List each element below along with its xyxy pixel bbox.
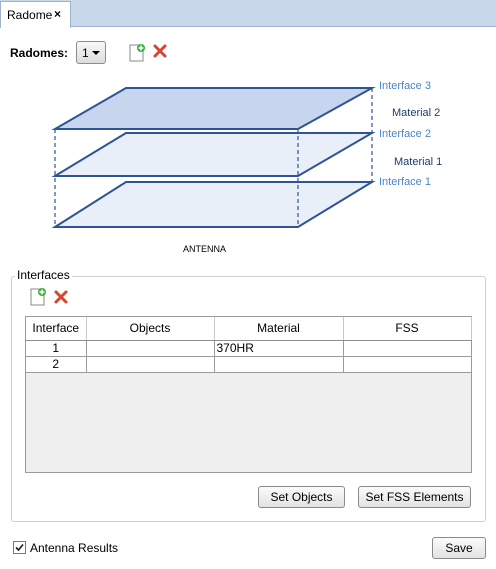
add-radome-icon[interactable] [127,43,147,63]
interfaces-table[interactable]: Interface Objects Material FSS 1 370HR 2 [25,316,472,473]
table-row[interactable]: 1 370HR [26,340,472,357]
cell-fss[interactable] [343,356,472,373]
interface-1-plane [51,181,376,228]
radome-layer-diagram: Interface 3 Material 2 Interface 2 Mater… [51,80,442,254]
table-header-row: Interface Objects Material FSS [26,317,472,341]
table-row[interactable]: 2 [26,356,472,373]
checkmark-icon [15,543,24,552]
antenna-label: ANTENNA [183,244,226,254]
column-header-material[interactable]: Material [214,317,344,341]
cell-material[interactable] [214,356,344,373]
cell-objects[interactable] [86,356,215,373]
cell-interface[interactable]: 2 [26,356,87,373]
radomes-dropdown[interactable]: 1 [76,41,106,64]
interface-3-plane [51,87,376,130]
antenna-results-label: Antenna Results [30,541,119,555]
material-1-label: Material 1 [394,156,442,168]
cell-material[interactable]: 370HR [214,340,344,357]
add-interface-icon[interactable] [28,287,48,307]
interface-2-plane [51,132,376,177]
interface-1-label: Interface 1 [379,176,431,188]
column-header-objects[interactable]: Objects [86,317,215,341]
cell-fss[interactable] [343,340,472,357]
tab-label: Radome [7,8,53,22]
radomes-label: Radomes: [10,46,69,60]
radomes-selected-value: 1 [82,45,89,60]
cell-objects[interactable] [86,340,215,357]
tab-radome[interactable]: Radome × [0,1,71,28]
column-header-fss[interactable]: FSS [343,317,472,341]
column-header-interface[interactable]: Interface [26,317,87,341]
delete-radome-icon[interactable] [152,43,172,63]
save-button[interactable]: Save [432,537,486,559]
tab-strip: Radome × [0,0,496,28]
material-2-label: Material 2 [392,107,440,119]
interface-2-label: Interface 2 [379,128,431,140]
set-objects-button[interactable]: Set Objects [258,486,345,508]
interface-3-label: Interface 3 [379,80,431,92]
interfaces-group-title: Interfaces [15,268,72,282]
set-fss-elements-button[interactable]: Set FSS Elements [358,486,471,508]
tab-close-icon[interactable]: × [54,7,61,21]
cell-interface[interactable]: 1 [26,340,87,357]
chevron-down-icon [92,51,100,55]
antenna-results-checkbox[interactable] [13,541,26,554]
delete-interface-icon[interactable] [53,289,73,309]
